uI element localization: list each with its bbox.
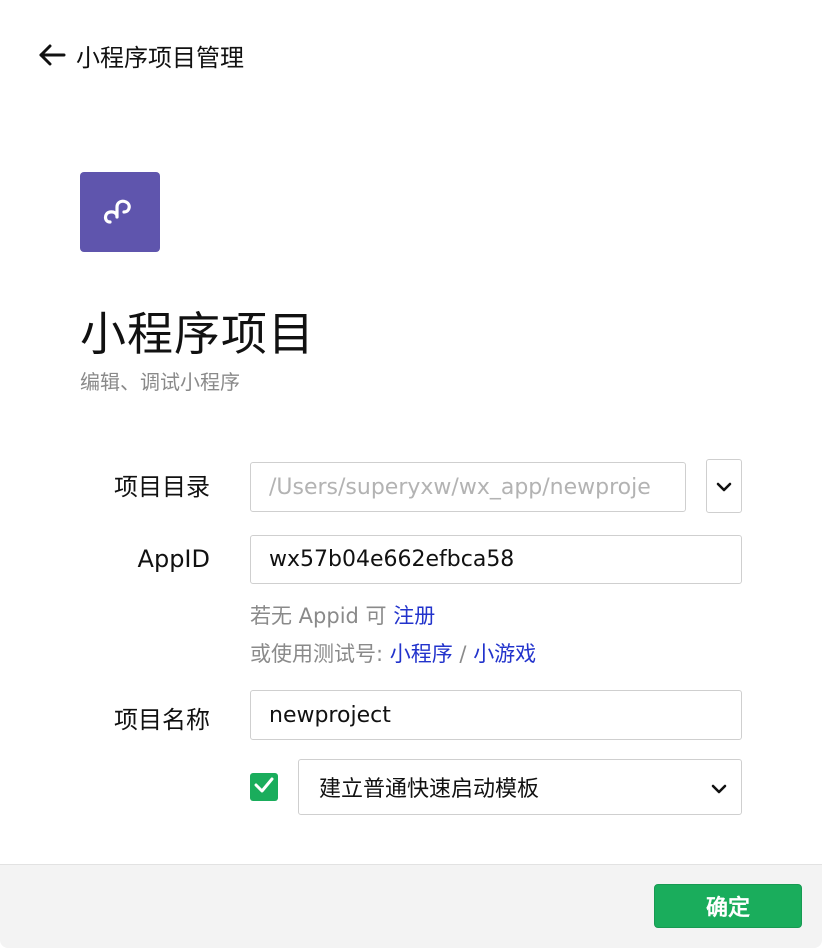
template-select[interactable]: 建立普通快速启动模板: [298, 759, 742, 815]
miniprogram-logo-icon: [80, 172, 160, 252]
chevron-down-icon: [711, 775, 727, 800]
project-name-input[interactable]: newproject: [250, 690, 742, 740]
register-link[interactable]: 注册: [393, 604, 435, 628]
template-selected-value: 建立普通快速启动模板: [319, 777, 540, 802]
appid-input[interactable]: wx57b04e662efbca58: [250, 535, 742, 584]
arrow-left-icon[interactable]: [38, 43, 66, 67]
project-manager-window: 小程序项目管理 小程序项目 编辑、调试小程序 项目目录 /Users/super…: [0, 0, 822, 948]
project-type-title: 小程序项目: [80, 307, 315, 361]
test-minigame-link[interactable]: 小游戏: [473, 642, 536, 666]
confirm-button[interactable]: 确定: [654, 884, 802, 928]
appid-label: AppID: [137, 545, 210, 573]
directory-dropdown-button[interactable]: [706, 459, 742, 513]
back-nav[interactable]: 小程序项目管理: [38, 38, 244, 72]
test-miniprogram-link[interactable]: 小程序: [390, 642, 453, 666]
check-icon: [254, 777, 274, 797]
chevron-down-icon: [716, 477, 732, 496]
template-checkbox[interactable]: [250, 773, 278, 801]
hint-separator: /: [452, 642, 474, 666]
directory-label: 项目目录: [114, 473, 210, 501]
project-type-subtitle: 编辑、调试小程序: [80, 370, 240, 394]
page-title: 小程序项目管理: [76, 43, 244, 72]
appid-hint-line1: 若无 Appid 可 注册: [250, 600, 435, 630]
appid-hint-line2: 或使用测试号: 小程序 / 小游戏: [250, 638, 536, 668]
hint-text: 若无 Appid 可: [250, 604, 394, 628]
hint-text: 或使用测试号:: [250, 642, 390, 666]
directory-input[interactable]: /Users/superyxw/wx_app/newproje: [250, 462, 686, 512]
name-label: 项目名称: [114, 706, 210, 734]
